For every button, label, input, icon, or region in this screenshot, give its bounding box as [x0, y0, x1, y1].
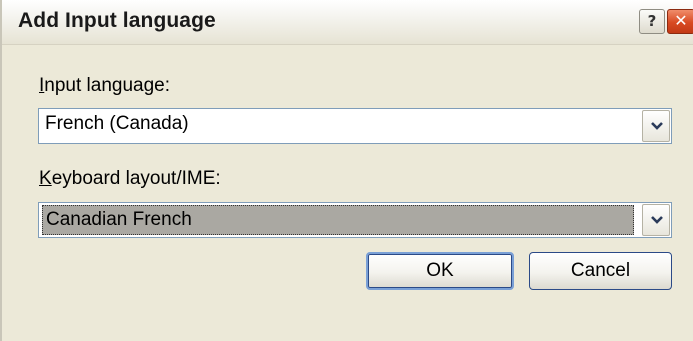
- add-input-language-dialog: Add Input language ? ✕ Input language: F…: [0, 0, 693, 341]
- keyboard-layout-value: Canadian French: [42, 205, 634, 235]
- keyboard-layout-label: Keyboard layout/IME:: [39, 168, 221, 190]
- dialog-title: Add Input language: [18, 9, 216, 32]
- input-language-dropdown-button[interactable]: [642, 110, 670, 142]
- keyboard-layout-select[interactable]: Canadian French: [38, 202, 672, 238]
- help-button[interactable]: ?: [639, 9, 665, 34]
- close-icon: ✕: [674, 11, 688, 30]
- chevron-down-icon: [651, 122, 663, 130]
- input-language-select[interactable]: French (Canada): [38, 108, 672, 144]
- ok-button[interactable]: OK: [366, 252, 514, 290]
- keyboard-layout-label-text: eyboard layout/IME:: [51, 168, 221, 189]
- keyboard-layout-label-accesskey: K: [39, 168, 52, 189]
- close-button[interactable]: ✕: [667, 9, 693, 34]
- title-bar[interactable]: Add Input language ? ✕: [2, 0, 693, 45]
- keyboard-layout-dropdown-button[interactable]: [642, 204, 670, 236]
- input-language-label: Input language:: [39, 75, 170, 97]
- input-language-value: French (Canada): [45, 113, 189, 134]
- cancel-button[interactable]: Cancel: [529, 252, 672, 290]
- input-language-label-text: nput language:: [44, 75, 171, 96]
- help-icon: ?: [647, 12, 657, 30]
- chevron-down-icon: [651, 216, 663, 224]
